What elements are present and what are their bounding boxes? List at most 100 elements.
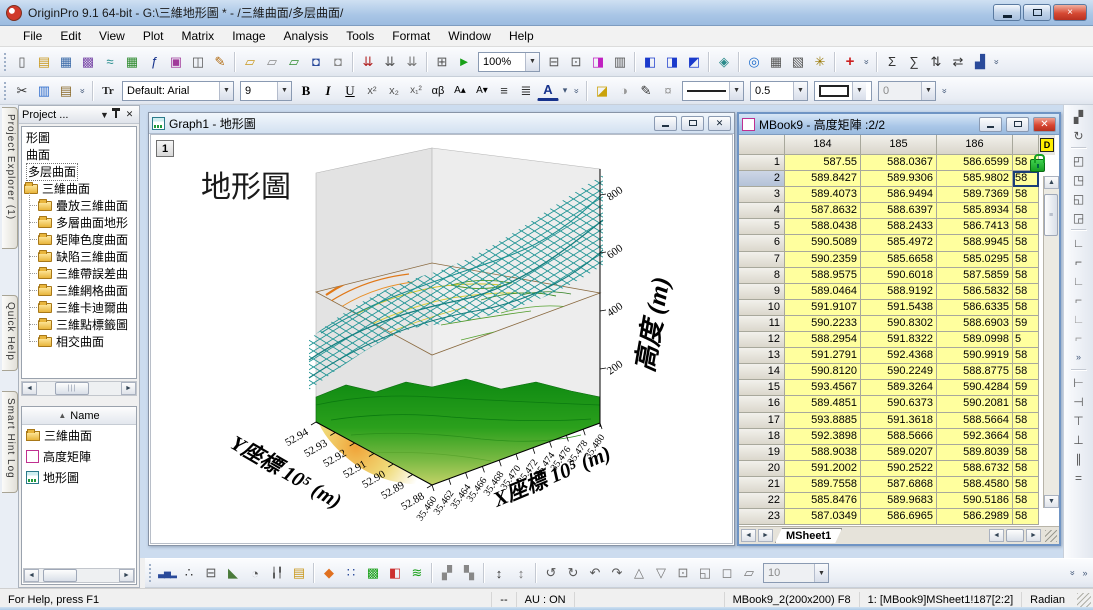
toolbar-overflow-icon[interactable]: »: [567, 85, 587, 97]
row-header[interactable]: 19: [739, 445, 785, 461]
cell[interactable]: 589.9306: [861, 171, 937, 187]
cell[interactable]: 587.5859: [937, 268, 1013, 284]
chevron-down-icon[interactable]: ▼: [98, 110, 111, 120]
cell-partial[interactable]: 58: [1013, 348, 1039, 364]
minimize-button[interactable]: [993, 4, 1021, 21]
glow-button[interactable]: ¤: [657, 81, 679, 101]
tab-smart-hint-log[interactable]: Smart Hint Log: [2, 391, 18, 493]
import-wizard-icon[interactable]: ⇊: [357, 52, 379, 72]
cell[interactable]: 592.3898: [785, 429, 861, 445]
tree-item[interactable]: 矩陣色度曲面: [24, 231, 136, 248]
graph-page[interactable]: 1: [150, 134, 733, 544]
graph-title[interactable]: 地形圖: [201, 171, 291, 204]
extract-layers-icon[interactable]: ◨: [661, 52, 683, 72]
row-header[interactable]: 6: [739, 235, 785, 251]
matrix-window-titlebar[interactable]: MBook9 - 高度矩陣 :2/2 ✕: [739, 114, 1059, 135]
vertical-scrollbar[interactable]: ▲ ≡ ▼: [1043, 176, 1059, 508]
cell[interactable]: 588.9038: [785, 445, 861, 461]
toolbar-expand-icon[interactable]: »: [1073, 347, 1085, 367]
cell[interactable]: 589.4073: [785, 187, 861, 203]
close-button[interactable]: ×: [1053, 4, 1087, 21]
cell-partial[interactable]: 58: [1013, 252, 1039, 268]
cut-icon[interactable]: ✂: [11, 81, 33, 101]
cell[interactable]: 590.2233: [785, 316, 861, 332]
align-bottom-edge-icon[interactable]: ⊥: [1069, 430, 1089, 449]
chevron-down-icon[interactable]: ▼: [793, 82, 807, 100]
cell[interactable]: 593.4567: [785, 380, 861, 396]
toolbar-overflow-icon[interactable]: »: [935, 85, 955, 97]
cell-partial[interactable]: 5: [1013, 332, 1039, 348]
cell[interactable]: 587.8632: [785, 203, 861, 219]
close-button[interactable]: ✕: [1033, 117, 1056, 132]
status-au-toggle[interactable]: AU : ON: [516, 592, 574, 608]
minimize-button[interactable]: [979, 117, 1002, 132]
row-header[interactable]: 12: [739, 332, 785, 348]
corner-cell[interactable]: [739, 135, 785, 155]
close-button[interactable]: ✕: [708, 116, 731, 131]
row-header[interactable]: 14: [739, 364, 785, 380]
rotation-angle-select[interactable]: 10 ▼: [763, 563, 829, 583]
tab-project-explorer[interactable]: Project Explorer (1): [2, 107, 18, 249]
worksheet-display-icon[interactable]: ▦: [765, 52, 787, 72]
cell[interactable]: 585.6658: [861, 252, 937, 268]
supersubscript-button[interactable]: x₁²: [405, 81, 427, 101]
separator[interactable]: [234, 52, 236, 72]
row-header[interactable]: 5: [739, 219, 785, 235]
separator[interactable]: [426, 52, 428, 72]
align-left-button[interactable]: ≡: [493, 81, 515, 101]
matrix-window[interactable]: MBook9 - 高度矩陣 :2/2 ✕ 184 185 186 D: [737, 112, 1061, 546]
cell[interactable]: 588.6903: [937, 316, 1013, 332]
cell[interactable]: 586.7413: [937, 219, 1013, 235]
scroll-left-icon[interactable]: ◄: [24, 569, 39, 582]
cell[interactable]: 588.0367: [861, 155, 937, 171]
decrease-font-button[interactable]: A▾: [471, 81, 493, 101]
scroll-up-icon[interactable]: ▲: [1044, 176, 1059, 189]
area-plot-icon[interactable]: ◣: [222, 563, 244, 583]
cell[interactable]: 592.3664: [937, 429, 1013, 445]
new-function-icon[interactable]: ƒ: [143, 52, 165, 72]
tree-item[interactable]: 多層曲面地形: [24, 214, 136, 231]
cell[interactable]: 585.8934: [937, 203, 1013, 219]
zoom-select[interactable]: 100% ▼: [478, 52, 540, 72]
toolbar-grip[interactable]: [4, 53, 7, 71]
toolbar-overflow-icon[interactable]: »: [987, 56, 1007, 68]
cell[interactable]: 591.5438: [861, 300, 937, 316]
graph-window-titlebar[interactable]: Graph1 - 地形圖 ✕: [149, 113, 734, 134]
cell-partial[interactable]: 58: [1013, 187, 1039, 203]
cell[interactable]: 589.3264: [861, 380, 937, 396]
cell-partial[interactable]: 58: [1013, 413, 1039, 429]
fit-frame-icon[interactable]: ⊡: [672, 563, 694, 583]
tree-item[interactable]: 相交曲面: [24, 333, 136, 350]
cell[interactable]: 591.8322: [861, 332, 937, 348]
row-header[interactable]: 9: [739, 284, 785, 300]
cell[interactable]: 588.9945: [937, 235, 1013, 251]
border-style-select[interactable]: ▼: [814, 81, 872, 101]
cell[interactable]: 589.4851: [785, 396, 861, 412]
list-item[interactable]: 三維曲面: [22, 425, 136, 446]
tilt-left-icon[interactable]: ↶: [584, 563, 606, 583]
tree-horizontal-scrollbar[interactable]: ◄ ||| ►: [21, 381, 137, 396]
distribute-horizontal-icon[interactable]: ∥: [1069, 449, 1089, 468]
scroll-left-icon[interactable]: ◄: [22, 382, 37, 395]
tree-item[interactable]: 缺陷三維曲面: [24, 248, 136, 265]
run-script-icon[interactable]: ►: [453, 52, 475, 72]
tree-item[interactable]: 三維網格曲面: [24, 282, 136, 299]
cell[interactable]: 586.5832: [937, 284, 1013, 300]
3d-scatter-plot-icon[interactable]: ∷: [340, 563, 362, 583]
new-project-icon[interactable]: ▯: [11, 52, 33, 72]
cell[interactable]: 586.2989: [937, 509, 1013, 525]
cell[interactable]: 588.6397: [861, 203, 937, 219]
cell[interactable]: 590.2249: [861, 364, 937, 380]
cell[interactable]: 586.6599: [937, 155, 1013, 171]
row-header[interactable]: 17: [739, 413, 785, 429]
rescale-axes-icon[interactable]: ↕: [488, 563, 510, 583]
import-multiple-ascii-icon[interactable]: ⇊: [401, 52, 423, 72]
axis-scale-icon[interactable]: ∟: [1069, 309, 1089, 328]
restore-button[interactable]: [1006, 117, 1029, 132]
mask-points-icon[interactable]: ▞: [436, 563, 458, 583]
cell-partial[interactable]: 59: [1013, 316, 1039, 332]
font-name-select[interactable]: Default: Arial ▼: [122, 81, 234, 101]
cell[interactable]: 590.2359: [785, 252, 861, 268]
separator[interactable]: [431, 563, 433, 583]
perspective-box-icon[interactable]: ▱: [738, 563, 760, 583]
